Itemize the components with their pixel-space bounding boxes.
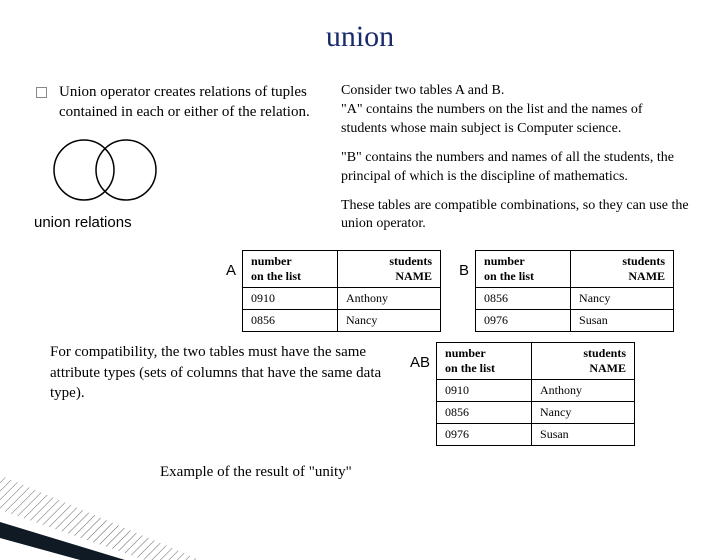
compatibility-text: For compatibility, the two tables must h… <box>50 342 390 403</box>
example-caption: Example of the result of "unity" <box>160 464 720 481</box>
intro-paragraph-3: These tables are compatible combinations… <box>341 197 690 235</box>
intro-paragraph-1: Consider two tables A and B. "A" contain… <box>341 82 690 139</box>
table-a: numberon the list studentsNAME 0910Antho… <box>242 250 441 332</box>
venn-caption: union relations <box>34 214 325 231</box>
bullet-text: Union operator creates relations of tupl… <box>59 82 325 123</box>
table-row: 0856Nancy <box>476 288 674 310</box>
table-row: 0856Nancy <box>243 310 441 332</box>
table-ab-label: AB <box>410 342 430 371</box>
table-b-label: B <box>459 250 469 279</box>
table-row: 0976Susan <box>476 310 674 332</box>
table-ab: numberon the list studentsNAME 0910Antho… <box>436 342 635 446</box>
table-row: 0910Anthony <box>243 288 441 310</box>
table-a-label: A <box>226 250 236 279</box>
corner-decoration <box>0 440 220 560</box>
venn-diagram <box>44 137 325 208</box>
table-row: 0910Anthony <box>437 380 635 402</box>
bullet-icon <box>36 87 47 98</box>
intro-paragraph-2: "B" contains the numbers and names of al… <box>341 149 690 187</box>
table-row: 0856Nancy <box>437 402 635 424</box>
table-b: numberon the list studentsNAME 0856Nancy… <box>475 250 674 332</box>
table-row: 0976Susan <box>437 424 635 446</box>
page-title: union <box>0 20 720 54</box>
bullet-item: Union operator creates relations of tupl… <box>30 82 325 123</box>
